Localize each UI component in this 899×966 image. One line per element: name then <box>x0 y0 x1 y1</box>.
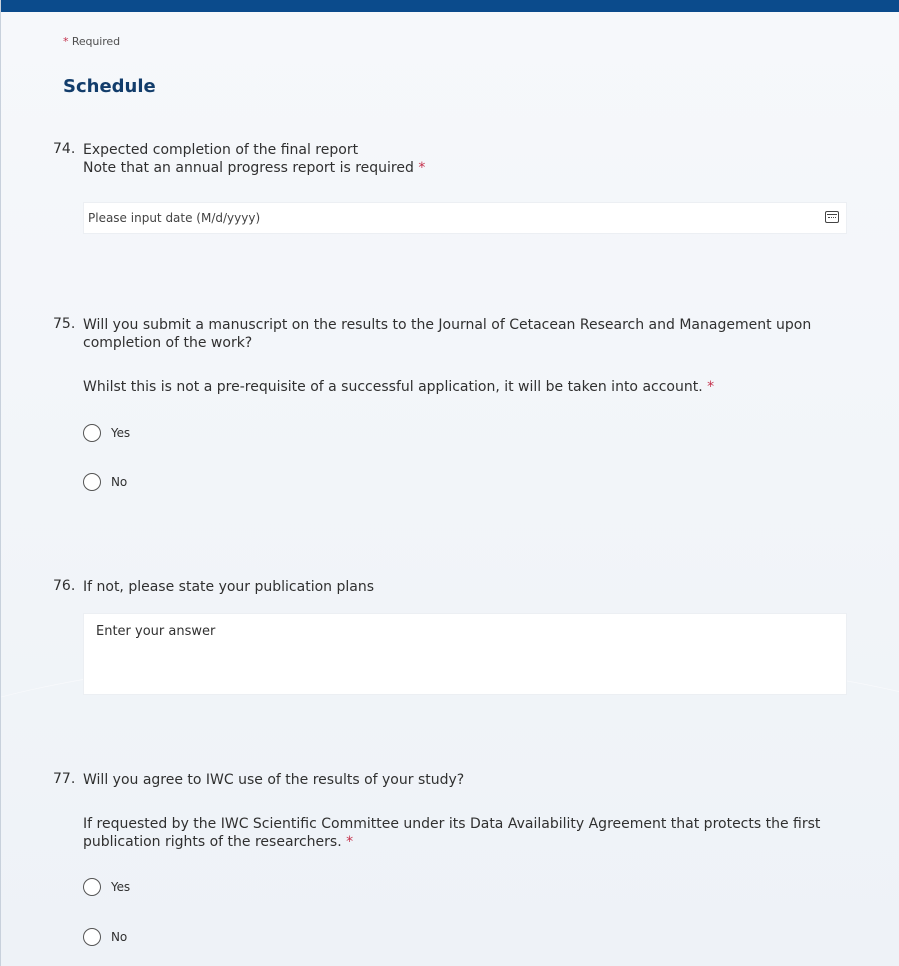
completion-date-input[interactable]: Please input date (M/d/yyyy) <box>83 202 847 234</box>
date-placeholder: Please input date (M/d/yyyy) <box>88 211 261 225</box>
question-77-note-text: If requested by the IWC Scientific Commi… <box>83 816 821 850</box>
question-75-note: Whilst this is not a pre-requisite of a … <box>83 378 853 396</box>
publication-plans-textarea[interactable]: Enter your answer <box>83 613 847 695</box>
radio-circle[interactable] <box>83 928 101 946</box>
question-75-text: Will you submit a manuscript on the resu… <box>83 317 812 351</box>
question-number-76: 76. <box>53 578 76 594</box>
required-asterisk: * <box>346 834 354 850</box>
question-number-74: 74. <box>53 141 76 157</box>
required-legend-text: Required <box>71 35 120 48</box>
answer-placeholder: Enter your answer <box>96 624 216 639</box>
required-asterisk: * <box>418 160 426 176</box>
radio-label: No <box>111 475 128 489</box>
radio-label: No <box>111 930 128 944</box>
radio-label: Yes <box>111 880 131 894</box>
required-legend: * Required <box>63 35 120 48</box>
required-asterisk: * <box>707 379 715 395</box>
question-77-text: Will you agree to IWC use of the results… <box>83 772 465 788</box>
question-77-note: If requested by the IWC Scientific Commi… <box>83 815 853 851</box>
radio-circle[interactable] <box>83 473 101 491</box>
question-74-text: Expected completion of the final report <box>83 142 359 158</box>
question-74-note-text: Note that an annual progress report is r… <box>83 160 414 176</box>
section-title: Schedule <box>63 76 156 97</box>
radio-label: Yes <box>111 426 131 440</box>
form-page: * Required Schedule 74. Expected complet… <box>0 0 899 966</box>
question-number-75: 75. <box>53 316 76 332</box>
radio-circle[interactable] <box>83 424 101 442</box>
radio-option-no-75[interactable]: No <box>83 470 127 494</box>
radio-option-no-77[interactable]: No <box>83 925 127 949</box>
question-number-77: 77. <box>53 771 76 787</box>
required-asterisk: * <box>63 35 69 48</box>
calendar-icon[interactable] <box>825 211 839 223</box>
radio-circle[interactable] <box>83 878 101 896</box>
top-accent-bar <box>1 0 899 12</box>
question-75-note-text: Whilst this is not a pre-requisite of a … <box>83 379 703 395</box>
question-74-note: Note that an annual progress report is r… <box>83 159 843 177</box>
calendar-icon-dots <box>828 217 836 219</box>
question-76-text: If not, please state your publication pl… <box>83 579 374 595</box>
radio-option-yes-75[interactable]: Yes <box>83 421 130 445</box>
radio-option-yes-77[interactable]: Yes <box>83 875 130 899</box>
